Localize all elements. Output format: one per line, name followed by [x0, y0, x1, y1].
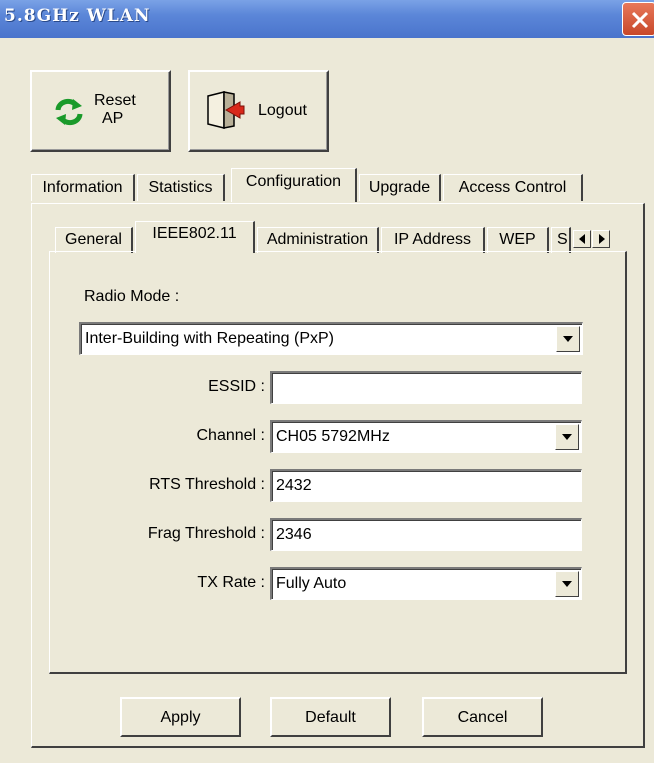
- tab-scroll-right-button[interactable]: [592, 230, 610, 248]
- subtab-wep[interactable]: WEP: [487, 227, 549, 253]
- tab-configuration[interactable]: Configuration: [231, 168, 357, 202]
- tab-label: Configuration: [245, 173, 342, 190]
- channel-value: CH05 5792MHz: [276, 428, 390, 445]
- close-icon: [631, 11, 649, 29]
- frag-threshold-value: 2346: [276, 526, 312, 543]
- radio-mode-dropdown-button[interactable]: [556, 326, 580, 352]
- tab-upgrade[interactable]: Upgrade: [359, 174, 441, 201]
- tab-statistics[interactable]: Statistics: [137, 174, 225, 201]
- channel-dropdown-button[interactable]: [555, 424, 579, 450]
- subtab-label: General: [65, 231, 122, 248]
- subtab-label: IP Address: [393, 231, 472, 248]
- arrow-right-icon: [599, 234, 605, 244]
- chevron-down-icon: [562, 581, 572, 587]
- subtab-label: S: [557, 231, 568, 248]
- frag-threshold-label: Frag Threshold :: [147, 525, 265, 542]
- subtab-ieee80211[interactable]: IEEE802.11: [135, 221, 255, 253]
- subtab-label: Administration: [266, 231, 369, 248]
- essid-input[interactable]: [270, 371, 582, 404]
- reset-label-line2: AP: [102, 110, 124, 127]
- refresh-arrows-icon: [55, 98, 83, 126]
- tab-scroll-left-button[interactable]: [573, 230, 591, 248]
- logout-button[interactable]: Logout: [188, 70, 329, 152]
- subtab-general[interactable]: General: [55, 227, 133, 253]
- logout-label: Logout: [258, 102, 307, 119]
- door-exit-icon: [207, 91, 245, 129]
- close-button[interactable]: [622, 2, 654, 36]
- cancel-label: Cancel: [457, 709, 508, 726]
- rts-threshold-input[interactable]: 2432: [270, 469, 582, 502]
- tx-rate-value: Fully Auto: [276, 575, 347, 592]
- channel-label: Channel :: [196, 427, 266, 444]
- arrow-left-icon: [579, 234, 585, 244]
- reset-ap-button[interactable]: Reset AP: [30, 70, 171, 152]
- cancel-button[interactable]: Cancel: [422, 697, 543, 737]
- chevron-down-icon: [563, 336, 573, 342]
- tab-label: Access Control: [458, 179, 567, 196]
- apply-label: Apply: [160, 709, 201, 726]
- channel-select[interactable]: CH05 5792MHz: [270, 420, 582, 453]
- tab-information[interactable]: Information: [31, 174, 135, 201]
- app-window: 5.8GHz WLAN Reset AP Logout Information …: [0, 0, 654, 763]
- tx-rate-select[interactable]: Fully Auto: [270, 567, 582, 600]
- subtab-ip-address[interactable]: IP Address: [381, 227, 485, 253]
- apply-button[interactable]: Apply: [120, 697, 241, 737]
- tab-label: Statistics: [148, 179, 213, 196]
- rts-threshold-value: 2432: [276, 477, 312, 494]
- tab-label: Information: [42, 179, 123, 196]
- reset-label-line1: Reset: [94, 92, 136, 109]
- subtab-partial[interactable]: S: [551, 227, 571, 253]
- radio-mode-value: Inter-Building with Repeating (PxP): [85, 330, 335, 347]
- radio-mode-label: Radio Mode :: [84, 288, 180, 305]
- tab-label: Upgrade: [368, 179, 431, 196]
- tx-rate-label: TX Rate :: [197, 574, 265, 591]
- ieee80211-panel: [49, 251, 627, 674]
- default-label: Default: [305, 709, 356, 726]
- tx-rate-dropdown-button[interactable]: [555, 571, 579, 597]
- rts-threshold-label: RTS Threshold :: [149, 476, 265, 493]
- default-button[interactable]: Default: [270, 697, 391, 737]
- chevron-down-icon: [562, 434, 572, 440]
- subtab-administration[interactable]: Administration: [257, 227, 379, 253]
- essid-label: ESSID :: [208, 378, 265, 395]
- frag-threshold-input[interactable]: 2346: [270, 518, 582, 551]
- tab-access-control[interactable]: Access Control: [443, 174, 583, 201]
- title-bar: 5.8GHz WLAN: [0, 0, 654, 38]
- window-title: 5.8GHz WLAN: [4, 6, 151, 26]
- radio-mode-select[interactable]: Inter-Building with Repeating (PxP): [79, 322, 583, 355]
- subtab-label: WEP: [499, 231, 536, 248]
- subtab-label: IEEE802.11: [152, 225, 237, 242]
